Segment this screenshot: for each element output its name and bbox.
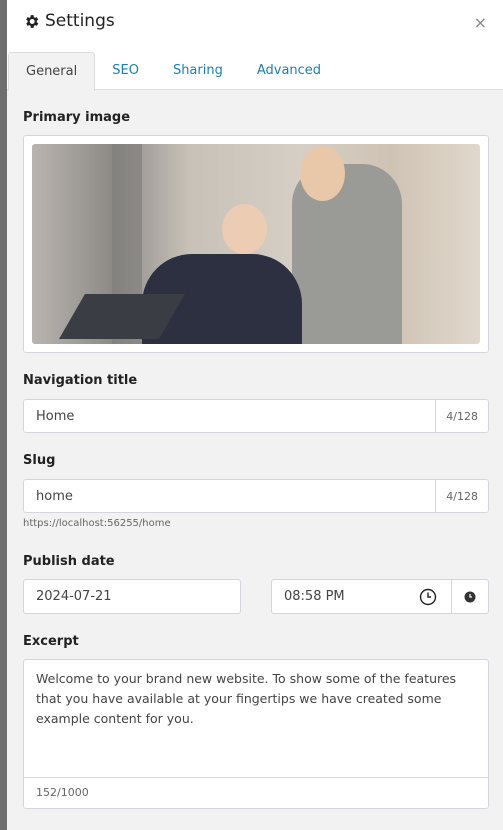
tab-seo[interactable]: SEO xyxy=(95,52,156,90)
primary-image-label: Primary image xyxy=(23,110,131,125)
slug-label: Slug xyxy=(23,453,56,468)
slug-url: https://localhost:56255/home xyxy=(23,518,171,529)
publish-time-field[interactable]: 08:58 PM xyxy=(271,579,489,614)
primary-image-picker[interactable] xyxy=(23,135,489,353)
gear-icon xyxy=(26,14,39,28)
publish-date-field[interactable]: 2024-07-21 xyxy=(23,579,241,614)
title-text: Settings xyxy=(45,11,115,31)
publish-date-value: 2024-07-21 xyxy=(36,589,112,604)
navigation-title-value: Home xyxy=(36,408,75,424)
excerpt-label: Excerpt xyxy=(23,634,79,649)
navigation-title-counter: 4/128 xyxy=(435,400,488,432)
panel-title: Settings xyxy=(23,11,115,31)
navigation-title-label: Navigation title xyxy=(23,373,138,388)
tab-advanced[interactable]: Advanced xyxy=(240,52,338,90)
tab-bar: General SEO Sharing Advanced xyxy=(8,52,338,91)
time-picker-button[interactable] xyxy=(451,580,488,613)
navigation-title-field[interactable]: Home 4/128 xyxy=(23,399,489,433)
publish-time-value: 08:58 PM xyxy=(284,589,345,604)
excerpt-textarea[interactable]: Welcome to your brand new website. To sh… xyxy=(23,659,489,778)
slug-value: home xyxy=(36,488,73,504)
tab-general[interactable]: General xyxy=(8,52,96,91)
primary-image xyxy=(32,144,480,344)
excerpt-counter: 152/1000 xyxy=(23,777,489,809)
publish-date-label: Publish date xyxy=(23,554,115,569)
slug-counter: 4/128 xyxy=(435,480,488,512)
panel-header: Settings × General SEO Sharing Advanced xyxy=(7,0,503,91)
clock-solid-icon xyxy=(464,591,476,602)
settings-panel: Settings × General SEO Sharing Advanced … xyxy=(7,0,503,830)
clock-icon[interactable] xyxy=(419,588,437,606)
close-icon[interactable]: × xyxy=(474,13,487,32)
tab-sharing[interactable]: Sharing xyxy=(156,52,240,90)
slug-field[interactable]: home 4/128 xyxy=(23,479,489,513)
